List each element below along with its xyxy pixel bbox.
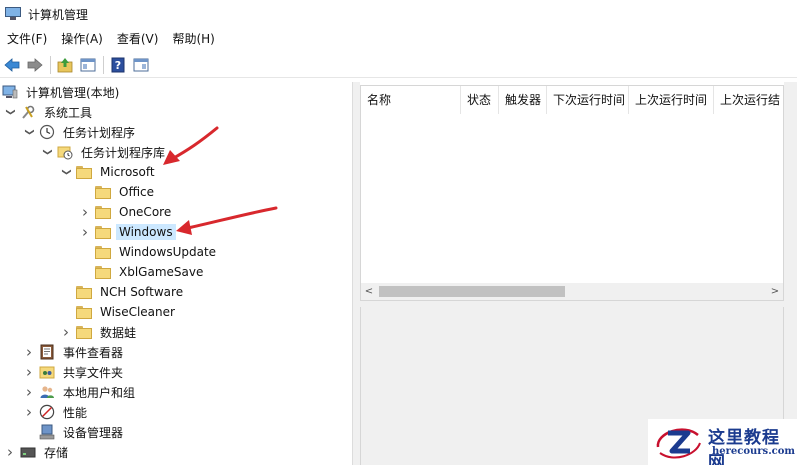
tree-item-storage[interactable]: › 存储 xyxy=(3,442,71,462)
watermark-title: 这里教程网 xyxy=(708,428,780,465)
watermark-url: herecours.com xyxy=(712,446,796,457)
chevron-right-icon[interactable]: › xyxy=(78,202,92,222)
show-hide-tree-icon xyxy=(80,58,96,71)
tree-item-system-tools[interactable]: ❯ 系统工具 xyxy=(3,102,95,122)
chevron-right-icon[interactable]: › xyxy=(59,322,73,342)
properties-button[interactable] xyxy=(131,55,151,75)
column-headers: 名称 状态 触发器 下次运行时间 上次运行时间 上次运行结 xyxy=(361,86,783,114)
pane-splitter[interactable] xyxy=(352,82,360,465)
properties-icon xyxy=(133,58,149,71)
tree-item-nch-software[interactable]: NCH Software xyxy=(59,282,186,302)
tree-item-xbl-game-save[interactable]: XblGameSave xyxy=(78,262,206,282)
tree-item-microsoft[interactable]: ❯ Microsoft xyxy=(59,162,158,182)
toolbar-separator xyxy=(50,55,51,74)
show-hide-console-tree-button[interactable] xyxy=(78,55,98,75)
tree-item-office[interactable]: Office xyxy=(78,182,157,202)
tree-item-event-viewer[interactable]: › 事件查看器 xyxy=(22,342,126,362)
tree-item-local-users-groups[interactable]: › 本地用户和组 xyxy=(22,382,138,402)
performance-icon xyxy=(39,404,55,420)
forward-button[interactable] xyxy=(25,55,45,75)
right-edge xyxy=(784,82,797,465)
folder-icon xyxy=(95,224,111,240)
up-one-level-button[interactable] xyxy=(55,55,75,75)
column-header-last-run-result[interactable]: 上次运行结 xyxy=(714,86,783,114)
toolbar: ? xyxy=(0,52,797,78)
library-folder-icon xyxy=(57,144,73,160)
users-icon xyxy=(39,384,55,400)
forward-icon xyxy=(27,57,43,72)
chevron-down-icon[interactable]: ❯ xyxy=(19,125,39,139)
tree-item-windows[interactable]: › Windows xyxy=(78,222,176,242)
help-button[interactable]: ? xyxy=(108,55,128,75)
event-viewer-icon xyxy=(39,344,55,360)
device-manager-icon xyxy=(39,424,55,440)
tree-item-task-scheduler-library[interactable]: ❯ 任务计划程序库 xyxy=(40,142,168,162)
column-header-next-run-time[interactable]: 下次运行时间 xyxy=(547,86,629,114)
computer-management-icon xyxy=(2,84,18,100)
chevron-down-icon[interactable]: ❯ xyxy=(37,145,57,159)
computer-management-icon xyxy=(5,7,21,21)
tree-item-windows-update[interactable]: WindowsUpdate xyxy=(78,242,219,262)
menu-bar: 文件(F) 操作(A) 查看(V) 帮助(H) xyxy=(0,28,797,50)
scroll-left-icon[interactable]: < xyxy=(361,283,377,300)
tree-item-root[interactable]: 计算机管理(本地) xyxy=(2,82,122,102)
chevron-right-icon[interactable]: › xyxy=(3,442,17,462)
menu-action[interactable]: 操作(A) xyxy=(54,28,110,50)
toolbar-separator xyxy=(103,55,104,74)
menu-help[interactable]: 帮助(H) xyxy=(165,28,221,50)
tree-item-device-manager[interactable]: 设备管理器 xyxy=(22,422,126,442)
tree-item-onecore[interactable]: › OneCore xyxy=(78,202,174,222)
tools-icon xyxy=(20,104,36,120)
title-bar: 计算机管理 xyxy=(0,0,797,28)
chevron-right-icon[interactable]: › xyxy=(22,382,36,402)
column-header-triggers[interactable]: 触发器 xyxy=(499,86,547,114)
folder-icon xyxy=(95,204,111,220)
task-list-pane: 名称 状态 触发器 下次运行时间 上次运行时间 上次运行结 < > xyxy=(360,85,784,301)
svg-text:?: ? xyxy=(115,59,121,72)
chevron-right-icon[interactable]: › xyxy=(22,402,36,422)
help-icon: ? xyxy=(111,57,125,72)
folder-icon xyxy=(95,184,111,200)
folder-icon xyxy=(76,324,92,340)
tree-item-shared-folders[interactable]: › 共享文件夹 xyxy=(22,362,126,382)
tree-item-data-fox[interactable]: › 数据蛙 xyxy=(59,322,139,342)
watermark-z-icon xyxy=(656,428,701,459)
menu-view[interactable]: 查看(V) xyxy=(110,28,166,50)
scrollbar-thumb[interactable] xyxy=(379,286,565,297)
back-icon xyxy=(4,57,20,72)
menu-file[interactable]: 文件(F) xyxy=(0,28,54,50)
up-folder-icon xyxy=(57,57,73,72)
folder-icon xyxy=(76,284,92,300)
chevron-down-icon[interactable]: ❯ xyxy=(0,105,20,119)
horizontal-scrollbar[interactable]: < > xyxy=(361,283,783,300)
clock-icon xyxy=(39,124,55,140)
scroll-right-icon[interactable]: > xyxy=(767,283,783,300)
shared-folder-icon xyxy=(39,364,55,380)
tree-item-performance[interactable]: › 性能 xyxy=(22,402,90,422)
chevron-right-icon[interactable]: › xyxy=(22,362,36,382)
tree-item-wisecleaner[interactable]: WiseCleaner xyxy=(59,302,178,322)
column-header-name[interactable]: 名称 xyxy=(361,86,461,114)
column-header-last-run-time[interactable]: 上次运行时间 xyxy=(629,86,714,114)
folder-icon xyxy=(76,164,92,180)
folder-icon xyxy=(95,264,111,280)
window-title: 计算机管理 xyxy=(28,7,89,22)
folder-icon xyxy=(95,244,111,260)
chevron-right-icon[interactable]: › xyxy=(22,342,36,362)
storage-icon xyxy=(20,444,36,460)
back-button[interactable] xyxy=(2,55,22,75)
column-header-status[interactable]: 状态 xyxy=(461,86,499,114)
chevron-right-icon[interactable]: › xyxy=(78,222,92,242)
watermark-logo: 这里教程网 herecours.com xyxy=(648,419,797,465)
folder-icon xyxy=(76,304,92,320)
console-tree: 计算机管理(本地) ❯ 系统工具 ❯ 任务计划程序 ❯ 任务计划程序库 ❯ Mi… xyxy=(0,82,352,465)
tree-item-task-scheduler[interactable]: ❯ 任务计划程序 xyxy=(22,122,138,142)
chevron-down-icon[interactable]: ❯ xyxy=(56,165,76,179)
